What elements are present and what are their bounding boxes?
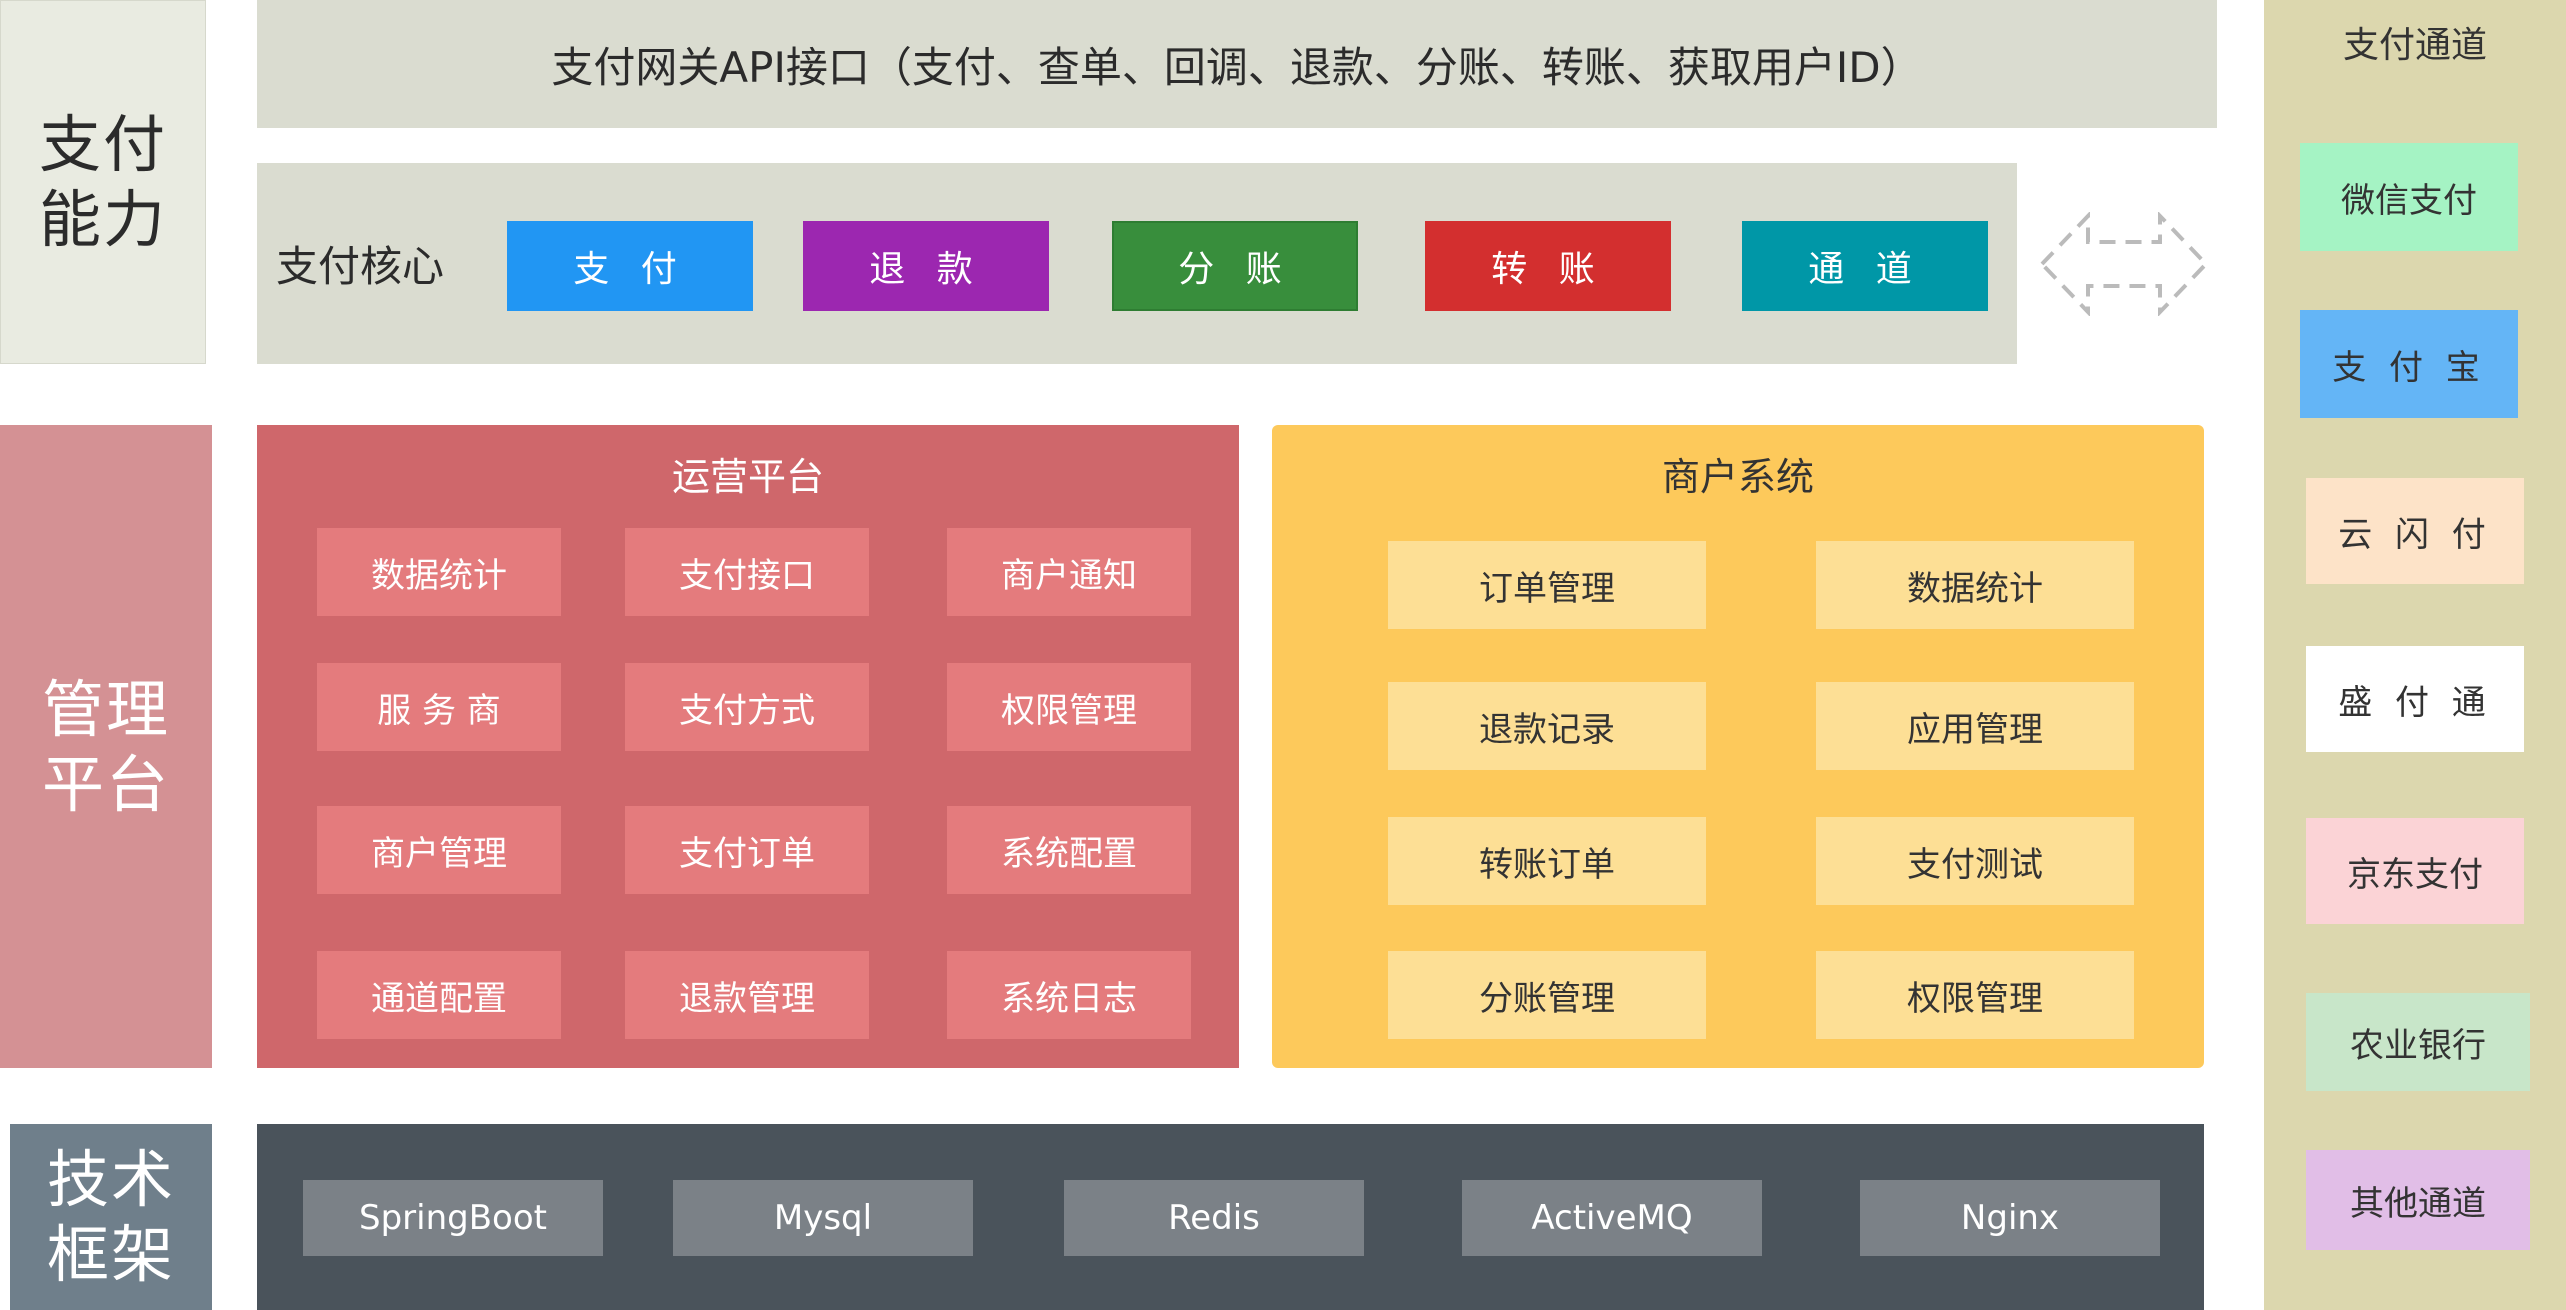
double-arrow-icon <box>2039 211 2209 317</box>
pay-core-label: 支付核心 <box>276 242 445 291</box>
ops-item-refund-mgmt[interactable]: 退款管理 <box>625 951 869 1039</box>
ops-item-pay-method[interactable]: 支付方式 <box>625 663 869 751</box>
core-pay-button[interactable]: 支 付 <box>507 221 753 311</box>
pay-core-panel: 支付核心 支 付 退 款 分 账 转 账 通 道 <box>257 163 2017 364</box>
gateway-api-bar: 支付网关API接口（支付、查单、回调、退款、分账、转账、获取用户ID） <box>257 0 2217 128</box>
merchant-item-order-mgmt[interactable]: 订单管理 <box>1388 541 1706 629</box>
ops-item-pay-interface[interactable]: 支付接口 <box>625 528 869 616</box>
pay-channel-panel: 支付通道 微信支付 支 付 宝 云 闪 付 盛 付 通 京东支付 农业银行 其他… <box>2264 0 2566 1310</box>
ops-item-data-stats[interactable]: 数据统计 <box>317 528 561 616</box>
tech-item-activemq[interactable]: ActiveMQ <box>1462 1180 1762 1256</box>
ops-item-channel-config[interactable]: 通道配置 <box>317 951 561 1039</box>
tech-framework-panel: SpringBoot Mysql Redis ActiveMQ Nginx <box>257 1124 2204 1310</box>
ops-item-merchant-mgmt[interactable]: 商户管理 <box>317 806 561 894</box>
pay-channel-title: 支付通道 <box>2342 25 2487 66</box>
merchant-system-panel: 商户系统 订单管理 数据统计 退款记录 应用管理 转账订单 支付测试 分账管理 … <box>1272 425 2204 1068</box>
core-channel-button[interactable]: 通 道 <box>1742 221 1988 311</box>
tech-item-redis[interactable]: Redis <box>1064 1180 1364 1256</box>
ops-item-merchant-notify[interactable]: 商户通知 <box>947 528 1191 616</box>
merchant-item-app-mgmt[interactable]: 应用管理 <box>1816 682 2134 770</box>
ops-item-service-provider[interactable]: 服 务 商 <box>317 663 561 751</box>
merchant-system-title: 商户系统 <box>1661 454 1814 499</box>
merchant-item-refund-record[interactable]: 退款记录 <box>1388 682 1706 770</box>
merchant-item-transfer-order[interactable]: 转账订单 <box>1388 817 1706 905</box>
channel-alipay[interactable]: 支 付 宝 <box>2300 310 2518 418</box>
core-refund-button[interactable]: 退 款 <box>803 221 1049 311</box>
tech-framework-label: 技术 框架 <box>10 1124 212 1310</box>
ops-item-system-log[interactable]: 系统日志 <box>947 951 1191 1039</box>
ops-item-pay-order[interactable]: 支付订单 <box>625 806 869 894</box>
core-split-button[interactable]: 分 账 <box>1112 221 1358 311</box>
ops-platform-title: 运营平台 <box>671 454 824 499</box>
ops-platform-panel: 运营平台 数据统计 支付接口 商户通知 服 务 商 支付方式 权限管理 商户管理… <box>257 425 1239 1068</box>
channel-shengpay[interactable]: 盛 付 通 <box>2306 646 2524 752</box>
tech-item-springboot[interactable]: SpringBoot <box>303 1180 603 1256</box>
core-transfer-button[interactable]: 转 账 <box>1425 221 1671 311</box>
channel-wechat-pay[interactable]: 微信支付 <box>2300 143 2518 251</box>
merchant-item-permission[interactable]: 权限管理 <box>1816 951 2134 1039</box>
channel-jd-pay[interactable]: 京东支付 <box>2306 818 2524 924</box>
tech-item-nginx[interactable]: Nginx <box>1860 1180 2160 1256</box>
channel-abc-bank[interactable]: 农业银行 <box>2306 993 2530 1091</box>
merchant-item-data-stats[interactable]: 数据统计 <box>1816 541 2134 629</box>
pay-ability-label: 支付 能力 <box>0 0 206 364</box>
ops-item-system-config[interactable]: 系统配置 <box>947 806 1191 894</box>
channel-unionpay-quickpass[interactable]: 云 闪 付 <box>2306 478 2524 584</box>
merchant-item-pay-test[interactable]: 支付测试 <box>1816 817 2134 905</box>
merchant-item-split-mgmt[interactable]: 分账管理 <box>1388 951 1706 1039</box>
channel-other[interactable]: 其他通道 <box>2306 1150 2530 1250</box>
ops-item-permission[interactable]: 权限管理 <box>947 663 1191 751</box>
management-label: 管理 平台 <box>0 425 212 1068</box>
tech-item-mysql[interactable]: Mysql <box>673 1180 973 1256</box>
